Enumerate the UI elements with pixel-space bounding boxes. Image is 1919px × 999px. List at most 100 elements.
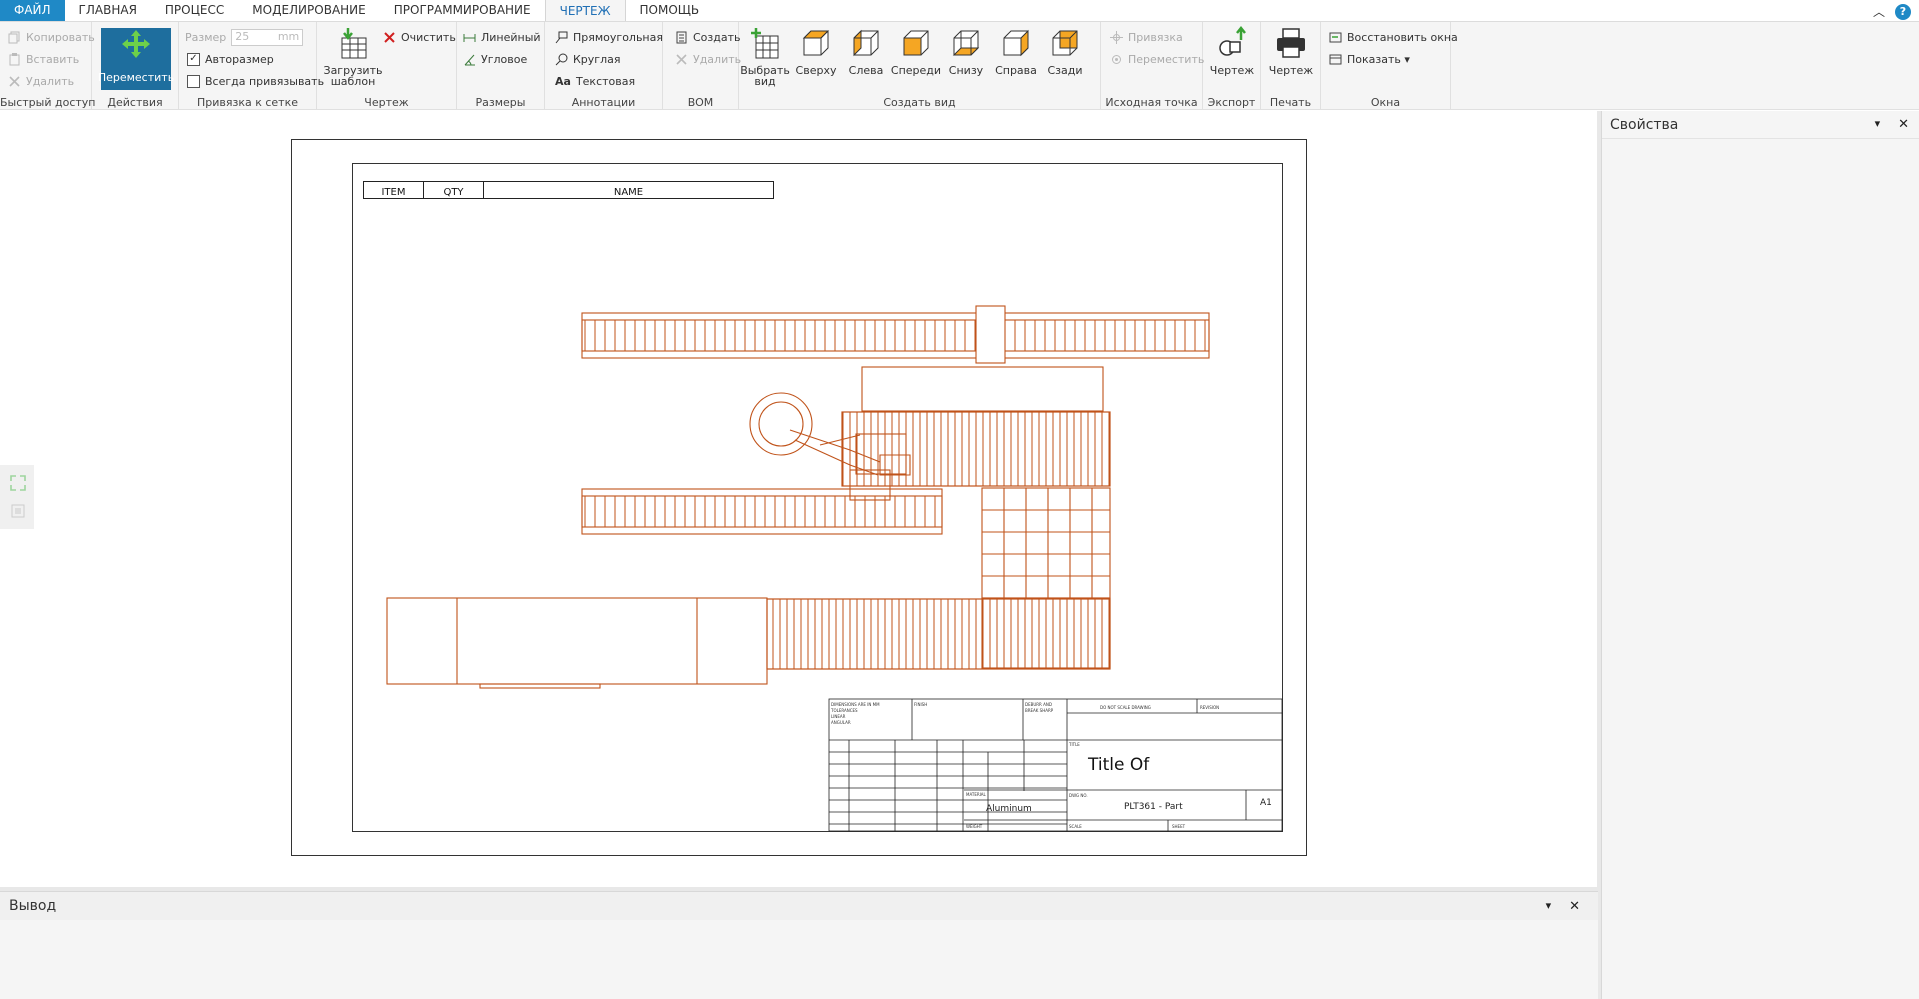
output-title: Вывод — [9, 898, 57, 914]
cube-front-icon — [898, 25, 934, 61]
delete-button[interactable]: Удалить — [8, 72, 74, 90]
group-label: Чертеж — [364, 96, 409, 109]
tab-drawing[interactable]: ЧЕРТЕЖ — [544, 0, 626, 21]
clear-icon — [383, 31, 396, 44]
group-label: Размеры — [475, 96, 526, 109]
group-bom: Создать Удалить BOM — [663, 22, 741, 110]
copy-icon — [8, 31, 21, 44]
show-windows-dropdown[interactable]: Показать ▾ — [1329, 50, 1410, 68]
pick-view-icon — [747, 25, 783, 61]
origin-snap-icon — [1110, 30, 1123, 44]
print-drawing-button[interactable]: Чертеж — [1268, 25, 1314, 76]
bom-icon — [675, 31, 688, 44]
view-left-button[interactable]: Слева — [844, 25, 888, 76]
group-label: Привязка к сетке — [196, 96, 298, 109]
grid-size-label: Размер — [185, 30, 227, 44]
copy-label: Копировать — [26, 30, 95, 44]
origin-move-button[interactable]: Переместить — [1110, 50, 1204, 68]
ribbon: Копировать Вставить Удалить Быстрый дост… — [0, 22, 1919, 110]
collapse-ribbon-icon[interactable]: ︿ — [1873, 3, 1885, 20]
title-block-part: PLT361 - Part — [1124, 802, 1183, 812]
linear-dim-button[interactable]: Линейный — [463, 28, 541, 46]
view-bottom-label: Снизу — [948, 64, 984, 77]
bom-table-header[interactable]: ITEM QTY NAME — [363, 181, 774, 199]
properties-header: Свойства ▾ ✕ — [1602, 111, 1919, 139]
group-create-view: Выбрать вид Сверху Слева Спереди Снизу С… — [739, 22, 1101, 110]
restore-windows-button[interactable]: Восстановить окна — [1329, 28, 1458, 46]
pick-view-button[interactable]: Выбрать вид — [740, 25, 790, 88]
zoom-window-icon[interactable] — [10, 503, 26, 522]
text-annotation-label: Текстовая — [575, 74, 636, 88]
bom-create-button[interactable]: Создать — [675, 28, 741, 46]
view-back-label: Сзади — [1047, 64, 1083, 77]
tab-process[interactable]: ПРОЦЕСС — [151, 0, 238, 21]
always-snap-label: Всегда привязывать — [205, 74, 325, 88]
cube-right-icon — [998, 25, 1034, 61]
close-icon[interactable]: ✕ — [1898, 117, 1909, 132]
round-annotation-button[interactable]: Круглая — [555, 50, 620, 68]
properties-controls: ▾ ✕ — [1875, 117, 1909, 132]
tab-help[interactable]: ПОМОЩЬ — [626, 0, 714, 21]
angular-dim-button[interactable]: Угловое — [463, 50, 527, 68]
show-windows-label: Показать ▾ — [1347, 52, 1410, 66]
print-drawing-label: Чертеж — [1268, 64, 1314, 77]
view-front-button[interactable]: Спереди — [891, 25, 941, 76]
origin-move-icon — [1110, 53, 1123, 66]
clear-button[interactable]: Очистить — [383, 28, 456, 46]
bom-col-item: ITEM — [364, 182, 424, 198]
tab-home[interactable]: ГЛАВНАЯ — [65, 0, 151, 21]
group-label: Создать вид — [883, 96, 956, 109]
pin-icon[interactable]: ▾ — [1875, 117, 1881, 132]
view-top-button[interactable]: Сверху — [794, 25, 838, 76]
help-icon[interactable]: ? — [1895, 3, 1911, 20]
bom-col-name: NAME — [613, 187, 644, 198]
linear-dimension-icon — [463, 31, 476, 44]
tab-modeling[interactable]: МОДЕЛИРОВАНИЕ — [238, 0, 379, 21]
tab-programming[interactable]: ПРОГРАММИРОВАНИЕ — [380, 0, 545, 21]
rect-annotation-button[interactable]: Прямоугольная — [555, 28, 663, 46]
load-template-button[interactable]: Загрузить шаблон — [322, 25, 384, 87]
close-icon[interactable]: ✕ — [1569, 899, 1580, 914]
group-windows: Восстановить окна Показать ▾ Окна — [1321, 22, 1458, 110]
properties-title: Свойства — [1610, 116, 1679, 133]
move-label: Переместить — [97, 71, 175, 84]
move-button[interactable]: Переместить — [97, 28, 175, 90]
autosize-checkbox[interactable]: ✓ Авторазмер — [187, 50, 274, 68]
copy-button[interactable]: Копировать — [8, 28, 95, 46]
group-export: Чертеж Экспорт — [1203, 22, 1261, 110]
text-annotation-button[interactable]: Aa Текстовая — [555, 72, 635, 90]
group-quick-access: Копировать Вставить Удалить Быстрый дост… — [0, 22, 96, 110]
delete-icon — [8, 75, 21, 88]
zoom-fit-icon[interactable] — [10, 475, 26, 494]
view-bottom-button[interactable]: Снизу — [944, 25, 988, 76]
text-annotation-icon: Aa — [555, 74, 571, 88]
pick-view-label-2: вид — [754, 75, 776, 88]
paste-label: Вставить — [26, 52, 80, 66]
group-drawing: Загрузить шаблон Очистить Чертеж — [317, 22, 457, 110]
view-right-button[interactable]: Справа — [994, 25, 1038, 76]
paste-button[interactable]: Вставить — [8, 50, 79, 68]
tab-file[interactable]: ФАЙЛ — [0, 0, 65, 21]
app-window: ФАЙЛ ГЛАВНАЯ ПРОЦЕСС МОДЕЛИРОВАНИЕ ПРОГР… — [0, 0, 1919, 999]
group-label: Печать — [1269, 96, 1312, 109]
output-panel: Вывод ▾ ✕ — [0, 891, 1598, 999]
view-right-label: Справа — [995, 64, 1037, 77]
always-snap-checkbox[interactable]: Всегда привязывать — [187, 72, 324, 90]
view-back-button[interactable]: Сзади — [1043, 25, 1087, 76]
export-drawing-button[interactable]: Чертеж — [1209, 25, 1255, 76]
rect-annotation-label: Прямоугольная — [573, 30, 663, 44]
bom-delete-button[interactable]: Удалить — [675, 50, 741, 68]
export-icon — [1214, 25, 1250, 61]
round-callout-icon — [555, 53, 568, 66]
group-label: Окна — [1370, 96, 1401, 109]
group-label: BOM — [687, 96, 714, 109]
group-label: Экспорт — [1207, 96, 1256, 109]
grid-size-input[interactable]: 25 mm — [231, 28, 304, 46]
group-label: Исходная точка — [1105, 96, 1198, 109]
origin-snap-button[interactable]: Привязка — [1110, 28, 1183, 46]
grid-size-field[interactable]: Размер 25 mm — [185, 28, 304, 46]
origin-move-label: Переместить — [1128, 52, 1205, 66]
paste-icon — [8, 52, 21, 66]
view-top-label: Сверху — [795, 64, 837, 77]
pin-icon[interactable]: ▾ — [1546, 899, 1552, 914]
